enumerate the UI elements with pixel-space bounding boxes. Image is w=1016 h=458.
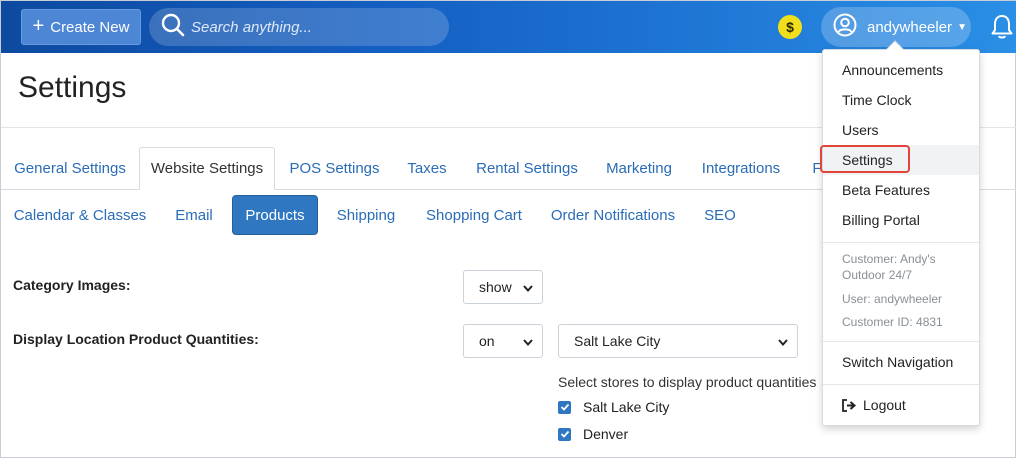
store-checkbox-row[interactable]: Salt Lake City: [558, 399, 669, 415]
category-images-select[interactable]: show: [463, 270, 543, 304]
customer-info: Customer: Andy's Outdoor 24/7: [842, 252, 936, 282]
menu-item-users[interactable]: Users: [823, 115, 979, 145]
user-avatar-icon: [833, 13, 857, 41]
menu-item-announcements[interactable]: Announcements: [823, 55, 979, 85]
checkbox-checked[interactable]: [558, 400, 571, 414]
search-bar[interactable]: [149, 8, 449, 46]
tab-pos-settings[interactable]: POS Settings: [281, 147, 388, 190]
menu-item-switch-navigation[interactable]: Switch Navigation: [823, 347, 979, 377]
menu-divider: [823, 384, 979, 385]
menu-item-billing-portal[interactable]: Billing Portal: [823, 205, 979, 235]
chevron-down-icon: [777, 335, 789, 351]
subtab-email[interactable]: Email: [167, 195, 221, 235]
subtab-seo[interactable]: SEO: [697, 195, 743, 235]
store-select[interactable]: Salt Lake City: [558, 324, 798, 358]
logout-icon: [842, 398, 857, 412]
menu-divider: [823, 242, 979, 243]
sub-tabs: Calendar & Classes Email Products Shippi…: [1, 195, 821, 235]
logout-label: Logout: [863, 397, 906, 413]
plus-icon: +: [32, 15, 45, 37]
subtab-shopping-cart[interactable]: Shopping Cart: [419, 195, 529, 235]
store-name: Salt Lake City: [583, 399, 670, 415]
store-checkbox-row[interactable]: Denver: [558, 426, 628, 442]
chevron-down-icon: [522, 335, 534, 351]
tab-integrations[interactable]: Integrations: [693, 147, 789, 190]
page-title: Settings: [18, 71, 127, 104]
location-quantities-toggle-select[interactable]: on: [463, 324, 543, 358]
category-images-value: show: [479, 279, 512, 295]
coin-icon[interactable]: $: [778, 15, 802, 39]
top-bar: + Create New $ andywheeler ▼: [1, 1, 1016, 53]
user-info: User: andywheeler: [842, 292, 943, 306]
toggle-value: on: [479, 333, 495, 349]
chevron-down-icon: [522, 281, 534, 297]
username-label: andywheeler: [867, 18, 953, 36]
search-input[interactable]: [191, 18, 431, 36]
store-value: Salt Lake City: [574, 333, 661, 349]
checkbox-checked[interactable]: [558, 427, 571, 441]
subtab-products[interactable]: Products: [232, 195, 318, 235]
menu-item-settings[interactable]: Settings: [823, 145, 979, 175]
menu-item-time-clock[interactable]: Time Clock: [823, 85, 979, 115]
caret-down-icon: ▼: [957, 21, 967, 33]
tab-general-settings[interactable]: General Settings: [5, 147, 135, 190]
create-new-button[interactable]: + Create New: [21, 9, 141, 45]
stores-help-text: Select stores to display product quantit…: [558, 374, 817, 390]
bell-icon[interactable]: [990, 14, 1014, 45]
search-icon: [161, 13, 185, 42]
subtab-order-notifications[interactable]: Order Notifications: [545, 195, 681, 235]
subtab-shipping[interactable]: Shipping: [331, 195, 401, 235]
tab-marketing[interactable]: Marketing: [597, 147, 681, 190]
tab-rental-settings[interactable]: Rental Settings: [467, 147, 587, 190]
user-dropdown-menu: Announcements Time Clock Users Settings …: [822, 40, 980, 426]
menu-item-beta-features[interactable]: Beta Features: [823, 175, 979, 205]
category-images-label: Category Images:: [13, 277, 131, 293]
tab-taxes[interactable]: Taxes: [397, 147, 457, 190]
tab-website-settings[interactable]: Website Settings: [139, 147, 275, 190]
menu-item-logout[interactable]: Logout: [823, 390, 979, 420]
location-quantities-label: Display Location Product Quantities:: [13, 331, 259, 347]
customer-id-info: Customer ID: 4831: [842, 315, 943, 329]
menu-divider: [823, 341, 979, 342]
subtab-calendar-classes[interactable]: Calendar & Classes: [9, 195, 151, 235]
store-name: Denver: [583, 426, 629, 442]
create-new-label: Create New: [50, 18, 130, 36]
